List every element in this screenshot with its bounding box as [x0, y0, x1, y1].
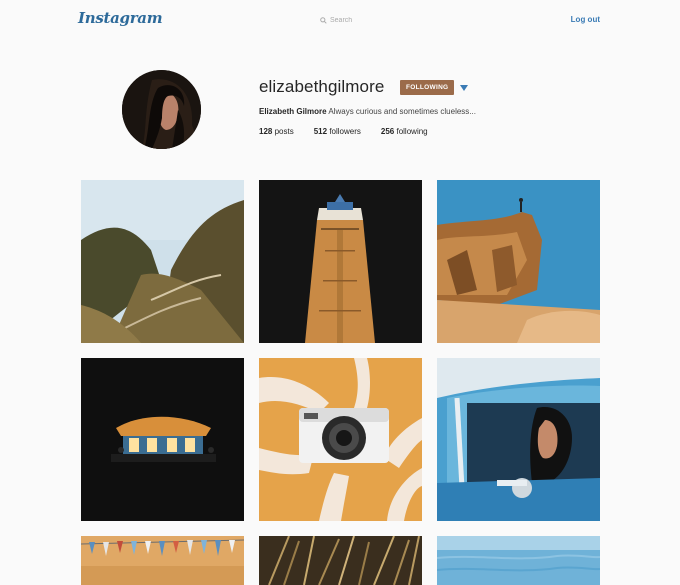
photo-tile[interactable] [259, 536, 422, 585]
following-button[interactable]: FOLLOWING [400, 80, 455, 95]
posts-count: 128 [259, 127, 273, 136]
following-count: 256 [380, 127, 395, 136]
search-icon [320, 16, 327, 24]
search-input[interactable] [330, 16, 390, 24]
photo-tile[interactable] [81, 180, 244, 343]
photo-tile[interactable] [437, 358, 600, 521]
followers-stat[interactable]: 512 followers [314, 127, 361, 136]
photo-tile[interactable] [437, 536, 600, 585]
instagram-logo[interactable]: Instagram [78, 9, 163, 27]
followers-label: followers [329, 127, 361, 136]
profile-stats: 128 posts 512 followers 256 following [259, 127, 428, 136]
caret-down-icon[interactable] [459, 83, 469, 93]
posts-label: posts [274, 127, 294, 136]
profile-bio: Elizabeth Gilmore Always curious and som… [259, 107, 476, 116]
logout-link[interactable]: Log out [571, 15, 600, 24]
profile-avatar [122, 70, 201, 149]
posts-stat[interactable]: 128 posts [259, 127, 294, 136]
search-box[interactable] [320, 14, 390, 26]
followers-count: 512 [313, 127, 328, 136]
profile-username: elizabethgilmore [259, 77, 385, 96]
photo-tile[interactable] [259, 358, 422, 521]
following-label: following [396, 127, 428, 136]
photo-tile[interactable] [81, 536, 244, 585]
photo-tile[interactable] [437, 180, 600, 343]
profile-bio-text: Always curious and sometimes clueless... [328, 107, 476, 116]
top-bar: Instagram Log out [0, 0, 680, 40]
following-stat[interactable]: 256 following [381, 127, 428, 136]
photo-tile[interactable] [259, 180, 422, 343]
photo-tile[interactable] [81, 358, 244, 521]
profile-full-name: Elizabeth Gilmore [259, 107, 327, 116]
